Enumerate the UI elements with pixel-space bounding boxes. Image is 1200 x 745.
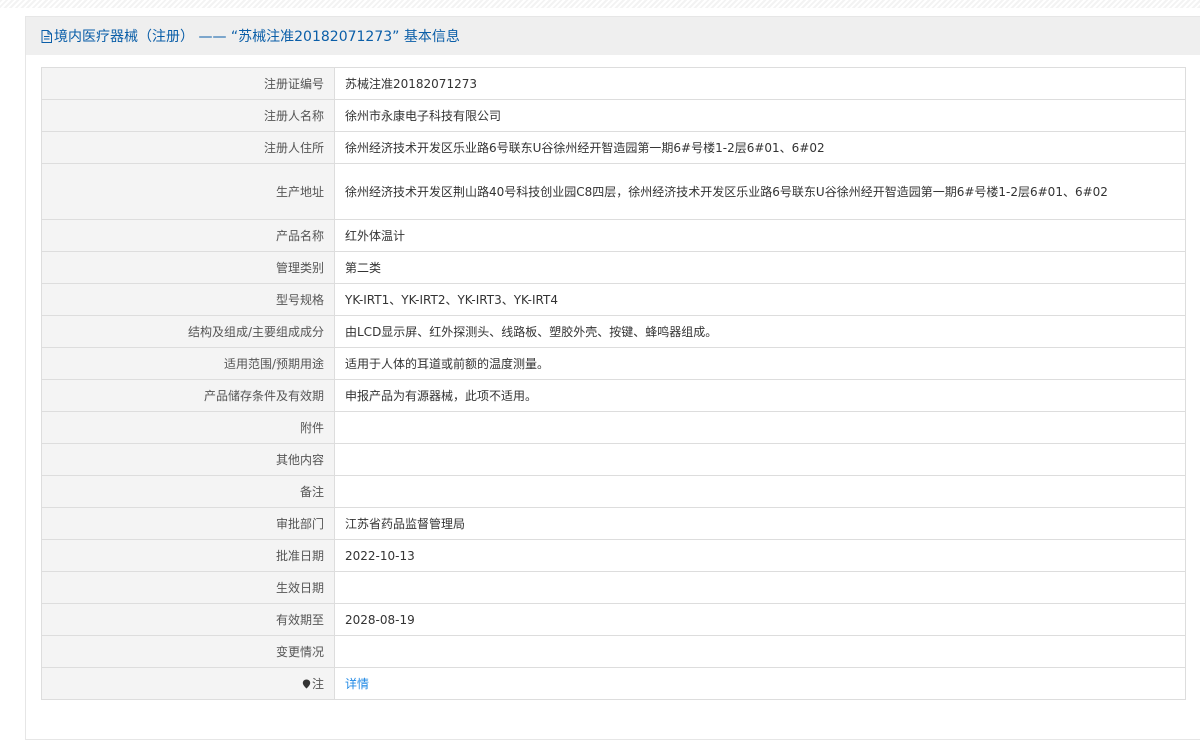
table-row: 其他内容: [41, 443, 1186, 476]
panel-header: 境内医疗器械（注册） —— “苏械注准20182071273” 基本信息: [26, 17, 1200, 55]
row-value: 徐州经济技术开发区荆山路40号科技创业园C8四层，徐州经济技术开发区乐业路6号联…: [334, 163, 1186, 220]
row-label: 审批部门: [41, 507, 335, 540]
table-row: 适用范围/预期用途 适用于人体的耳道或前额的温度测量。: [41, 347, 1186, 380]
row-label-note: 注: [41, 667, 335, 700]
table-row: 结构及组成/主要组成成分 由LCD显示屏、红外探测头、线路板、塑胶外壳、按键、蜂鸣…: [41, 315, 1186, 348]
row-value: 适用于人体的耳道或前额的温度测量。: [334, 347, 1186, 380]
table-row: 型号规格 YK-IRT1、YK-IRT2、YK-IRT3、YK-IRT4: [41, 283, 1186, 316]
row-label: 产品储存条件及有效期: [41, 379, 335, 412]
table-row: 注册人名称 徐州市永康电子科技有限公司: [41, 99, 1186, 132]
document-icon: [41, 29, 52, 43]
row-label: 适用范围/预期用途: [41, 347, 335, 380]
row-value: 徐州经济技术开发区乐业路6号联东U谷徐州经开智造园第一期6#号楼1-2层6#01…: [334, 131, 1186, 164]
table-row: 审批部门 江苏省药品监督管理局: [41, 507, 1186, 540]
row-value: [334, 635, 1186, 668]
table-row: 产品储存条件及有效期 申报产品为有源器械，此项不适用。: [41, 379, 1186, 412]
registration-info-panel: 境内医疗器械（注册） —— “苏械注准20182071273” 基本信息 注册证…: [25, 16, 1200, 740]
details-link[interactable]: 详情: [345, 677, 369, 691]
table-row: 管理类别 第二类: [41, 251, 1186, 284]
row-label: 型号规格: [41, 283, 335, 316]
table-row: 备注: [41, 475, 1186, 508]
table-row: 有效期至 2028-08-19: [41, 603, 1186, 636]
row-value: 2022-10-13: [334, 539, 1186, 572]
info-table-body: 注册证编号 苏械注准20182071273 注册人名称 徐州市永康电子科技有限公司 注册…: [41, 67, 1186, 700]
row-value: 第二类: [334, 251, 1186, 284]
row-value: 江苏省药品监督管理局: [334, 507, 1186, 540]
note-label: 注: [311, 676, 324, 691]
table-row: 变更情况: [41, 635, 1186, 668]
panel-title: 境内医疗器械（注册） —— “苏械注准20182071273” 基本信息: [54, 29, 460, 45]
table-row: 批准日期 2022-10-13: [41, 539, 1186, 572]
table-row: 附件: [41, 411, 1186, 444]
row-label: 附件: [41, 411, 335, 444]
row-value: 申报产品为有源器械，此项不适用。: [334, 379, 1186, 412]
row-value: [334, 571, 1186, 604]
row-value: YK-IRT1、YK-IRT2、YK-IRT3、YK-IRT4: [334, 283, 1186, 316]
row-value: 红外体温计: [334, 219, 1186, 252]
row-label: 变更情况: [41, 635, 335, 668]
table-row: 生效日期: [41, 571, 1186, 604]
row-value: [334, 475, 1186, 508]
row-value: 徐州市永康电子科技有限公司: [334, 99, 1186, 132]
row-value-note: 详情: [334, 667, 1186, 700]
row-value: [334, 443, 1186, 476]
table-row: 生产地址 徐州经济技术开发区荆山路40号科技创业园C8四层，徐州经济技术开发区乐业…: [41, 163, 1186, 220]
row-label: 注册证编号: [41, 67, 335, 100]
map-pin-icon: [302, 679, 311, 688]
row-label: 其他内容: [41, 443, 335, 476]
row-value: 由LCD显示屏、红外探测头、线路板、塑胶外壳、按键、蜂鸣器组成。: [334, 315, 1186, 348]
row-label: 管理类别: [41, 251, 335, 284]
row-value: 2028-08-19: [334, 603, 1186, 636]
row-label: 有效期至: [41, 603, 335, 636]
top-stripe-band: [0, 0, 1200, 8]
row-value: 苏械注准20182071273: [334, 67, 1186, 100]
row-label: 生效日期: [41, 571, 335, 604]
row-label: 备注: [41, 475, 335, 508]
row-label: 注册人名称: [41, 99, 335, 132]
row-label: 产品名称: [41, 219, 335, 252]
row-label: 生产地址: [41, 163, 335, 220]
table-row-note: 注 详情: [41, 667, 1186, 700]
info-table: 注册证编号 苏械注准20182071273 注册人名称 徐州市永康电子科技有限公司 注册…: [41, 67, 1186, 700]
table-row: 注册证编号 苏械注准20182071273: [41, 67, 1186, 100]
row-label: 批准日期: [41, 539, 335, 572]
row-value: [334, 411, 1186, 444]
table-row: 注册人住所 徐州经济技术开发区乐业路6号联东U谷徐州经开智造园第一期6#号楼1-2…: [41, 131, 1186, 164]
row-label: 注册人住所: [41, 131, 335, 164]
row-label: 结构及组成/主要组成成分: [41, 315, 335, 348]
table-row: 产品名称 红外体温计: [41, 219, 1186, 252]
